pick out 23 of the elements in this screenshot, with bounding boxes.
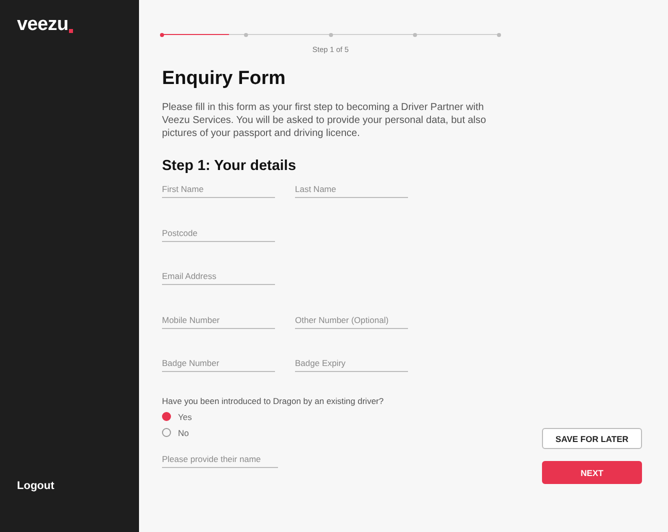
input-field[interactable]: Last Name: [295, 180, 408, 198]
section-title: Step 1: Your details: [162, 158, 298, 174]
logo: veezu: [17, 14, 122, 36]
radio-option[interactable]: Yes: [162, 412, 502, 422]
radio-icon[interactable]: [162, 428, 171, 437]
input-field[interactable]: Badge Number: [162, 354, 275, 372]
question-text: Have you been introduced to Dragon by an existing driver?: [162, 396, 385, 406]
radio-label: No: [178, 428, 189, 438]
form-title: Enquiry Form: [162, 68, 287, 90]
input-field[interactable]: First Name: [162, 180, 275, 198]
input-field[interactable]: Email Address: [162, 267, 275, 285]
save-button[interactable]: SAVE FOR LATER: [542, 428, 642, 449]
logout-link[interactable]: Logout: [17, 480, 122, 492]
next-button[interactable]: NEXT: [542, 461, 642, 484]
input-field[interactable]: Badge Expiry: [295, 354, 408, 372]
radio-label: Yes: [178, 412, 192, 422]
radio-option[interactable]: No: [162, 428, 502, 438]
radio-icon[interactable]: [162, 412, 171, 421]
intro-text: Please fill in this form as your first step to becoming a Driver Partner with Veezu Services. You will be asked to provide your personal data, but also pictures of your passport and driving licence.: [162, 101, 488, 140]
input-field[interactable]: Please provide their name: [162, 450, 278, 468]
input-field[interactable]: Postcode: [162, 224, 275, 242]
input-field[interactable]: Other Number (Optional): [295, 310, 408, 328]
input-field[interactable]: Mobile Number: [162, 310, 275, 328]
